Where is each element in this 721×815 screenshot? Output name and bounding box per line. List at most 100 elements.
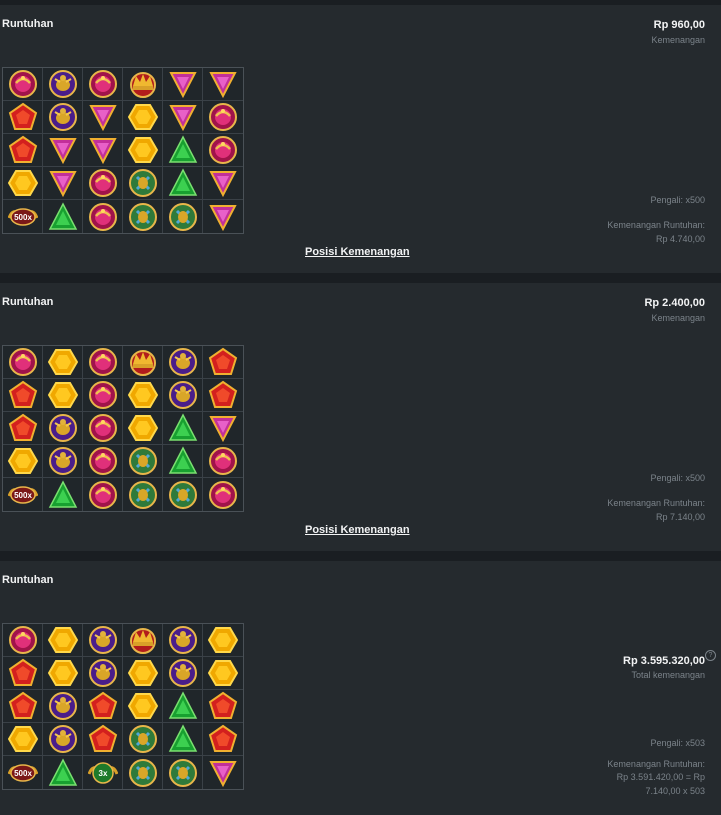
red-pentagon-icon [8,413,37,441]
winning-positions-link[interactable]: Posisi Kemenangan [305,524,410,536]
grid-cell: 3x [83,756,123,789]
grid-cell [123,412,163,445]
grid-cell [123,657,163,690]
grid-cell [163,478,203,511]
multiplier-500x-icon: 500x [7,763,38,782]
help-icon[interactable]: ? [705,650,716,661]
grid-cell [163,134,203,167]
cascade-win-label: Kemenangan Runtuhan: [607,220,705,230]
pink-triangle-icon [209,72,237,99]
grid-cell [83,723,123,756]
red-pentagon-icon [8,658,37,686]
purple-scarab-icon [168,381,197,409]
grid-cell [83,412,123,445]
pink-ring-icon [88,447,117,475]
pink-ring-icon [88,381,117,409]
multiplier-text: Pengali: x500 [650,473,705,483]
yellow-hexagon-icon [47,382,78,408]
yellow-hexagon-icon [47,349,78,375]
grid-cell [43,690,83,723]
grid-cell [83,379,123,412]
grid-cell [163,200,203,233]
grid-cell [123,756,163,789]
yellow-hexagon-icon [208,660,238,686]
grid-cell [43,657,83,690]
multiplier-badge-text: 500x [14,491,32,500]
grid-cell [123,346,163,379]
red-pentagon-icon [8,102,37,130]
grid-cell [123,379,163,412]
green-triangle-icon [168,446,197,474]
grid-cell [163,445,203,478]
grid-cell [3,167,43,200]
win-amount: Rp 2.400,00 [644,297,705,309]
winning-positions-link[interactable]: Posisi Kemenangan [305,246,410,258]
grid-cell [203,478,243,511]
red-pentagon-icon [8,380,37,408]
red-pentagon-icon [88,691,117,719]
pink-triangle-icon [168,72,197,99]
grid-cell [83,346,123,379]
grid-cell [123,723,163,756]
pink-triangle-icon [209,760,237,787]
panel-title: Runtuhan [2,18,54,30]
purple-scarab-icon [168,626,197,654]
pink-ring-icon [88,70,117,98]
pink-triangle-icon [168,105,197,132]
green-scarab-icon [128,725,157,753]
pink-triangle-icon [88,138,117,165]
purple-scarab-icon [48,103,77,131]
grid-cell [203,68,243,101]
grid-cell [43,101,83,134]
green-scarab-icon [168,202,197,231]
multiplier-badge-text: 3x [98,769,107,778]
multiplier-3x-icon: 3x [87,761,118,784]
grid-cell [163,412,203,445]
grid-cell [83,68,123,101]
cascade-win-value: Rp 3.591.420,00 = Rp [616,772,705,782]
grid-cell: 500x [3,200,43,233]
grid-cell [163,379,203,412]
grid-cell [163,657,203,690]
red-pentagon-icon [8,691,37,719]
grid-cell [3,346,43,379]
yellow-hexagon-icon [127,104,158,130]
multiplier-500x-icon: 500x [7,207,38,226]
yellow-hexagon-icon [127,137,158,163]
grid-cell [43,756,83,789]
yellow-hexagon-icon [47,627,78,653]
grid-cell [123,101,163,134]
grid-cell [203,101,243,134]
yellow-hexagon-icon [127,693,158,719]
grid-cell [163,101,203,134]
grid-cell [203,445,243,478]
cascade-panel-3: Runtuhan 500x 3x Rp 3.595.320,00 ? Total… [0,561,721,815]
yellow-hexagon-icon [7,448,38,474]
reel-grid: 500x [2,67,244,234]
cascade-panel-2: Runtuhan Rp 2.400,00 Kemenangan 500x Pen… [0,283,721,551]
purple-scarab-icon [168,348,197,376]
grid-cell [83,657,123,690]
grid-cell [203,346,243,379]
cascade-win-label: Kemenangan Runtuhan: [607,759,705,769]
yellow-hexagon-icon [127,415,158,441]
grid-cell [83,690,123,723]
grid-cell [83,624,123,657]
purple-scarab-icon [88,626,117,654]
crown-icon [129,628,156,654]
green-scarab-icon [128,480,157,509]
multiplier-badge-text: 500x [14,213,32,222]
grid-cell [83,134,123,167]
grid-cell [3,379,43,412]
purple-scarab-icon [48,414,77,442]
grid-cell [43,723,83,756]
reel-grid: 500x 3x [2,623,244,790]
grid-cell [203,134,243,167]
green-scarab-icon [128,202,157,231]
grid-cell [43,167,83,200]
grid-cell [123,445,163,478]
grid-cell [43,379,83,412]
red-pentagon-icon [208,724,238,752]
grid-cell [43,134,83,167]
red-pentagon-icon [8,135,37,163]
